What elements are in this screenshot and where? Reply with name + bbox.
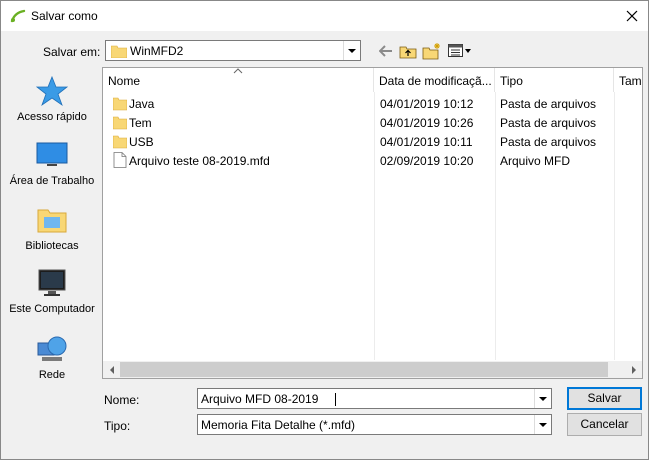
column-header-size[interactable]: Tam [614,68,642,92]
scroll-thumb[interactable] [120,362,608,377]
list-item[interactable]: Tem 04/01/2019 10:26 Pasta de arquivos [103,113,623,132]
column-header-label: Data de modificaçã... [379,74,492,88]
place-label: Rede [38,369,66,381]
file-name: USB [129,135,154,149]
file-type: Pasta de arquivos [500,116,597,130]
horizontal-scrollbar[interactable] [103,361,642,378]
new-folder-button[interactable] [421,41,443,61]
column-header-label: Tipo [500,74,523,88]
place-this-computer[interactable]: Este Computador [6,267,98,316]
column-header-date[interactable]: Data de modificaçã... [374,68,495,92]
folder-icon [113,97,127,111]
close-button[interactable] [616,1,648,31]
view-menu-button[interactable] [447,41,473,61]
app-logo-icon [10,9,26,23]
location-dropdown-button[interactable] [343,41,360,60]
sort-ascending-icon [233,68,243,74]
file-date: 02/09/2019 10:20 [380,154,474,168]
back-button[interactable] [375,41,397,61]
location-value: WinMFD2 [130,44,184,58]
save-as-dialog: Salvar como Salvar em: WinMFD2 Acesso rá… [0,0,649,460]
column-header-label: Tam [619,74,642,88]
chevron-down-icon [539,396,547,401]
list-item[interactable]: USB 04/01/2019 10:11 Pasta de arquivos [103,132,623,151]
list-item[interactable]: Arquivo teste 08-2019.mfd 02/09/2019 10:… [103,151,623,170]
file-list[interactable]: Nome Data de modificaçã... Tipo Tam Java… [102,67,643,379]
file-type: Arquivo MFD [500,154,571,168]
back-arrow-icon [379,45,392,57]
up-folder-icon [399,46,417,59]
document-icon [113,152,127,168]
folder-icon [113,116,127,130]
filename-dropdown-button[interactable] [534,389,551,408]
place-label: Acesso rápido [17,111,87,123]
window-title: Salvar como [31,9,98,23]
file-date: 04/01/2019 10:11 [380,135,473,149]
arrow-left-icon [109,365,114,374]
folder-icon [113,135,127,149]
title-bar: Salvar como [1,1,648,31]
save-button[interactable]: Salvar [567,387,642,410]
chevron-down-icon [348,48,356,53]
desktop-icon [36,142,68,166]
location-label: Salvar em: [43,45,101,59]
filetype-value: Memoria Fita Detalhe (*.mfd) [201,418,356,432]
place-label: Bibliotecas [25,240,79,252]
close-icon [626,10,638,22]
scroll-right-button[interactable] [625,361,642,378]
filename-label: Nome: [104,393,140,407]
filetype-label: Tipo: [104,419,131,433]
file-type: Pasta de arquivos [500,135,597,149]
places-bar: Acesso rápido Área de Trabalho Bibliotec… [6,67,98,381]
location-combo[interactable]: WinMFD2 [105,40,361,61]
file-date: 04/01/2019 10:12 [380,97,474,111]
network-icon [37,336,67,361]
filename-input[interactable]: Arquivo MFD 08-2019 [197,388,552,409]
column-header-label: Nome [108,74,141,88]
column-header-name[interactable]: Nome [103,68,374,92]
scroll-left-button[interactable] [103,361,120,378]
star-icon [36,75,68,107]
file-type: Pasta de arquivos [500,97,597,111]
new-folder-icon [422,43,440,60]
column-header-row: Nome Data de modificaçã... Tipo Tam [103,68,642,92]
file-name: Tem [129,116,152,130]
place-quick-access[interactable]: Acesso rápido [6,75,98,124]
place-network[interactable]: Rede [6,333,98,382]
text-cursor [335,393,336,406]
place-libraries[interactable]: Bibliotecas [6,204,98,253]
file-name: Java [129,97,155,111]
file-date: 04/01/2019 10:26 [380,116,474,130]
list-item[interactable]: Java 04/01/2019 10:12 Pasta de arquivos [103,94,623,113]
chevron-down-icon [539,422,547,427]
up-folder-button[interactable] [397,41,419,61]
place-label: Área de Trabalho [9,175,95,187]
place-desktop[interactable]: Área de Trabalho [6,139,98,188]
libraries-icon [37,209,67,233]
view-list-icon [448,44,471,57]
computer-icon [38,269,66,296]
filename-value: Arquivo MFD 08-2019 [201,392,319,406]
filetype-select[interactable]: Memoria Fita Detalhe (*.mfd) [197,414,552,435]
filetype-dropdown-button[interactable] [534,415,551,434]
file-name: Arquivo teste 08-2019.mfd [129,154,270,168]
place-label: Este Computador [9,303,95,315]
column-header-type[interactable]: Tipo [495,68,614,92]
cancel-button[interactable]: Cancelar [567,413,642,436]
folder-icon [111,45,127,58]
arrow-right-icon [631,365,636,374]
